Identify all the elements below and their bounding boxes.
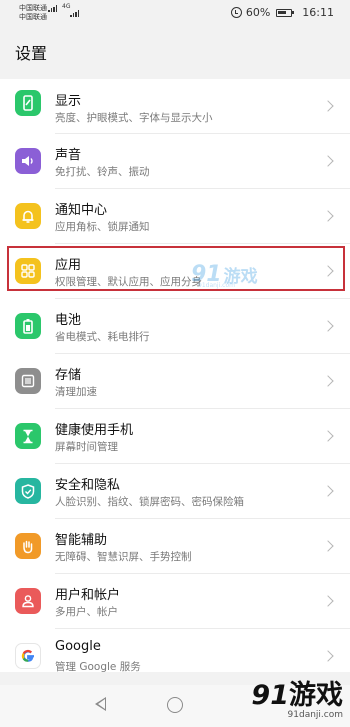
hourglass-icon — [15, 423, 41, 449]
signal-icon — [48, 5, 57, 12]
watermark-logo: 91游戏 — [251, 673, 343, 712]
item-title: Google — [55, 639, 101, 654]
settings-item-security[interactable]: 安全和隐私 人脸识别、指纹、锁屏密码、密码保险箱 — [0, 464, 350, 519]
item-subtitle: 应用角标、锁屏通知 — [55, 221, 150, 233]
chevron-right-icon — [322, 430, 334, 442]
item-subtitle: 清理加速 — [55, 386, 97, 398]
chevron-right-icon — [322, 485, 334, 497]
item-title: 应用 — [55, 258, 82, 273]
item-title: 用户和帐户 — [55, 588, 121, 603]
item-title: 通知中心 — [55, 203, 108, 218]
item-title: 存储 — [55, 368, 82, 383]
chevron-right-icon — [322, 650, 334, 662]
chevron-right-icon — [322, 375, 334, 387]
sound-icon — [15, 148, 41, 174]
carrier-1: 中国联通 — [19, 4, 47, 12]
battery-icon — [15, 313, 41, 339]
settings-item-google[interactable]: Google 管理 Google 服务 — [0, 629, 350, 672]
chevron-right-icon — [322, 265, 334, 277]
item-subtitle: 人脸识别、指纹、锁屏密码、密码保险箱 — [55, 496, 244, 508]
back-icon[interactable] — [95, 697, 106, 711]
settings-item-users-accounts[interactable]: 用户和帐户 多用户、帐户 — [0, 574, 350, 629]
chevron-right-icon — [322, 540, 334, 552]
settings-item-apps[interactable]: 应用 权限管理、默认应用、应用分身 — [0, 244, 350, 299]
alarm-icon — [230, 7, 242, 18]
battery-percent: 60% — [245, 6, 271, 19]
battery-status-icon — [276, 8, 295, 17]
item-title: 显示 — [55, 94, 82, 109]
google-icon — [15, 643, 41, 669]
watermark-center-url: 91danji.com — [198, 282, 235, 289]
chevron-right-icon — [322, 320, 334, 332]
user-icon — [15, 588, 41, 614]
item-subtitle: 无障碍、智慧识屏、手势控制 — [55, 551, 192, 563]
chevron-right-icon — [322, 210, 334, 222]
page-title: 设置 — [15, 44, 48, 63]
storage-icon — [15, 368, 41, 394]
item-title: 智能辅助 — [55, 533, 108, 548]
item-title: 安全和隐私 — [55, 478, 121, 493]
clock: 16:11 — [302, 6, 334, 19]
item-subtitle: 多用户、帐户 — [55, 606, 118, 618]
settings-item-sound[interactable]: 声音 免打扰、铃声、振动 — [0, 134, 350, 189]
settings-item-digital-balance[interactable]: 健康使用手机 屏幕时间管理 — [0, 409, 350, 464]
settings-item-battery[interactable]: 电池 省电模式、耗电排行 — [0, 299, 350, 354]
hand-icon — [15, 533, 41, 559]
status-bar: 中国联通 中国联通 4G 60% 16:11 — [0, 0, 350, 26]
item-title: 健康使用手机 — [55, 423, 134, 438]
watermark-logo-number: 91 — [251, 680, 289, 711]
settings-item-accessibility[interactable]: 智能辅助 无障碍、智慧识屏、手势控制 — [0, 519, 350, 574]
settings-list: 显示 亮度、护眼模式、字体与显示大小 声音 免打扰、铃声、振动 通知中心 应用角… — [0, 79, 350, 672]
shield-icon — [15, 478, 41, 504]
display-icon — [15, 90, 41, 116]
carrier-2: 中国联通 — [19, 13, 47, 21]
item-title: 电池 — [55, 313, 82, 328]
signal-icon-2 — [70, 10, 79, 17]
settings-item-notifications[interactable]: 通知中心 应用角标、锁屏通知 — [0, 189, 350, 244]
item-subtitle: 权限管理、默认应用、应用分身 — [55, 276, 202, 288]
item-subtitle: 省电模式、耗电排行 — [55, 331, 150, 343]
item-subtitle: 管理 Google 服务 — [55, 661, 141, 672]
settings-item-storage[interactable]: 存储 清理加速 — [0, 354, 350, 409]
apps-icon — [15, 258, 41, 284]
item-subtitle: 屏幕时间管理 — [55, 441, 118, 453]
home-icon[interactable] — [167, 697, 183, 713]
watermark-bottom: 91游戏 91danji.com — [251, 673, 343, 720]
bell-icon — [15, 203, 41, 229]
item-title: 声音 — [55, 148, 82, 163]
settings-item-display[interactable]: 显示 亮度、护眼模式、字体与显示大小 — [0, 79, 350, 134]
chevron-right-icon — [322, 595, 334, 607]
item-subtitle: 亮度、护眼模式、字体与显示大小 — [55, 112, 213, 124]
item-subtitle: 免打扰、铃声、振动 — [55, 166, 150, 178]
chevron-right-icon — [322, 155, 334, 167]
watermark-logo-text: 游戏 — [289, 680, 343, 711]
chevron-right-icon — [322, 100, 334, 112]
network-type: 4G — [62, 3, 71, 10]
